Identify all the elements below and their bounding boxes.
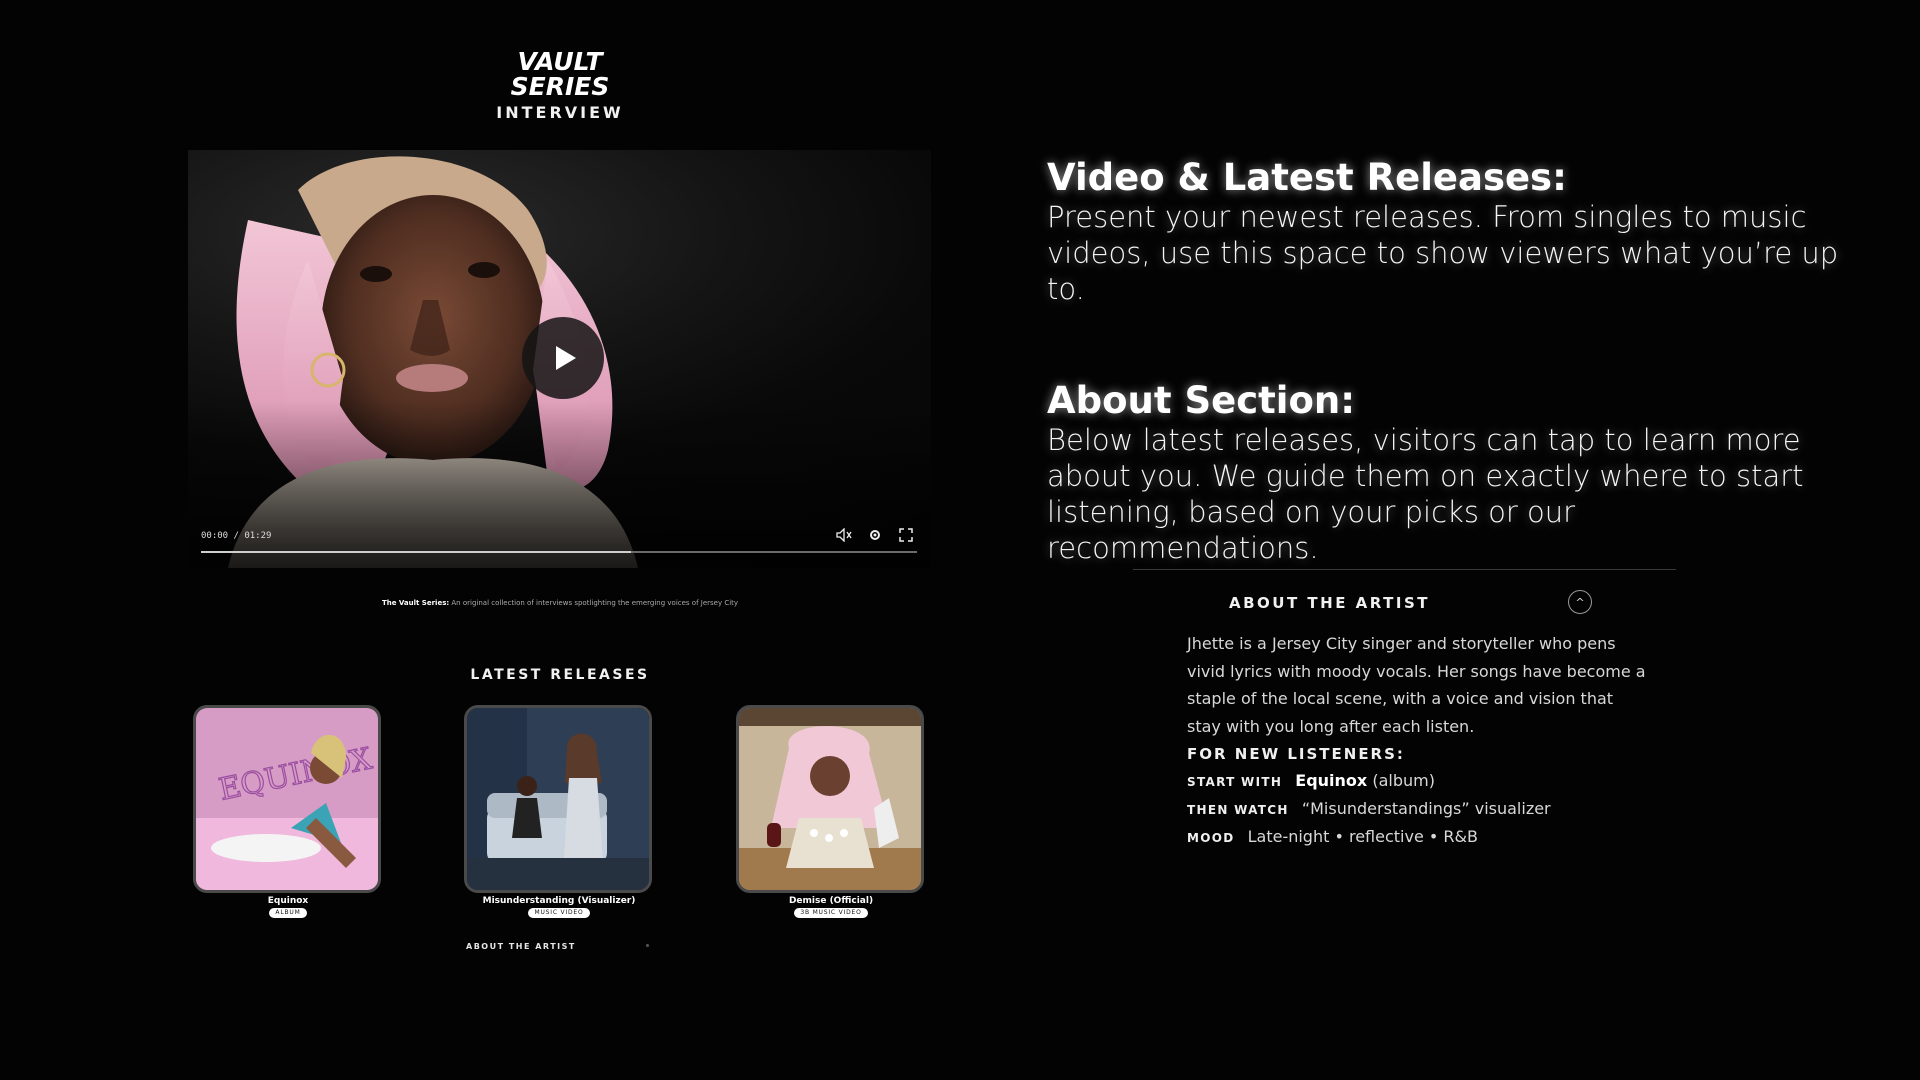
release-label: Misunderstanding (Visualizer) xyxy=(482,896,636,906)
rec-start-with: START WITH Equinox (album) xyxy=(1187,771,1435,790)
video-player[interactable] xyxy=(188,150,931,568)
release-tag: MUSIC VIDEO xyxy=(528,908,590,918)
annotation-title-about: About Section: xyxy=(1047,379,1356,422)
rec-key-then: THEN WATCH xyxy=(1187,803,1289,817)
play-button[interactable] xyxy=(522,317,604,399)
release-card-demise[interactable]: Demise (Official) 3B MUSIC VIDEO xyxy=(736,705,926,918)
rec-start-title[interactable]: Equinox xyxy=(1295,771,1367,790)
logo-line-2: SERIES xyxy=(511,72,610,100)
video-progress-fill xyxy=(201,551,631,553)
canvas: VAULT SERIES INTERVIEW 00:00 / 01:29 The… xyxy=(0,0,1920,1080)
release-tag: 3B MUSIC VIDEO xyxy=(794,908,868,918)
annotation-title-video: Video & Latest Releases: xyxy=(1047,156,1567,199)
rec-then-value[interactable]: “Misunderstandings” visualizer xyxy=(1302,799,1551,818)
brand-subtitle: INTERVIEW xyxy=(496,103,624,122)
about-artist-mini-toggle[interactable]: ABOUT THE ARTIST xyxy=(466,942,576,951)
rec-mood-value: Late-night • reflective • R&B xyxy=(1247,827,1478,846)
release-card-misunderstanding[interactable]: Misunderstanding (Visualizer) MUSIC VIDE… xyxy=(464,705,654,918)
video-caption: The Vault Series: An original collection… xyxy=(380,598,740,608)
caption-lead: The Vault Series: xyxy=(381,599,450,607)
latest-releases-title: LATEST RELEASES xyxy=(470,667,650,683)
rec-key-mood: MOOD xyxy=(1187,831,1235,845)
rec-then-watch: THEN WATCH “Misunderstandings” visualize… xyxy=(1187,799,1551,818)
collapse-chevron-icon[interactable]: ^ xyxy=(1568,590,1592,614)
video-time: 00:00 / 01:29 xyxy=(201,531,272,541)
annotation-body-video: Present your newest releases. From singl… xyxy=(1047,200,1839,306)
caption-text: An original collection of interviews spo… xyxy=(449,599,739,607)
settings-icon[interactable] xyxy=(866,526,884,544)
release-thumb-equinox: EQUINOX xyxy=(193,705,381,893)
about-header: ABOUT THE ARTIST xyxy=(1229,594,1431,612)
volume-icon[interactable] xyxy=(835,526,853,544)
release-card-equinox[interactable]: EQUINOX Equinox ALBUM xyxy=(193,705,383,918)
release-label: Demise (Official) xyxy=(788,896,874,906)
about-body: Jhette is a Jersey City singer and story… xyxy=(1187,634,1646,736)
video-progress-track[interactable] xyxy=(201,551,917,553)
about-divider xyxy=(1133,569,1676,570)
play-icon xyxy=(556,346,576,370)
release-tag: ALBUM xyxy=(269,908,307,918)
video-controls xyxy=(835,526,920,544)
rec-mood: MOOD Late-night • reflective • R&B xyxy=(1187,827,1478,846)
annotation-body-about: Below latest releases, visitors can tap … xyxy=(1047,423,1804,565)
fullscreen-icon[interactable] xyxy=(897,526,915,544)
release-thumb-demise xyxy=(736,705,924,893)
vault-series-logo: VAULT SERIES xyxy=(468,47,652,101)
release-label: Equinox xyxy=(267,896,309,906)
about-mini-chevron-icon xyxy=(646,944,649,947)
rec-key-start: START WITH xyxy=(1187,775,1283,789)
new-listeners-title: FOR NEW LISTENERS: xyxy=(1187,745,1405,763)
rec-start-suffix: (album) xyxy=(1367,771,1435,790)
release-thumb-misunderstanding xyxy=(464,705,652,893)
